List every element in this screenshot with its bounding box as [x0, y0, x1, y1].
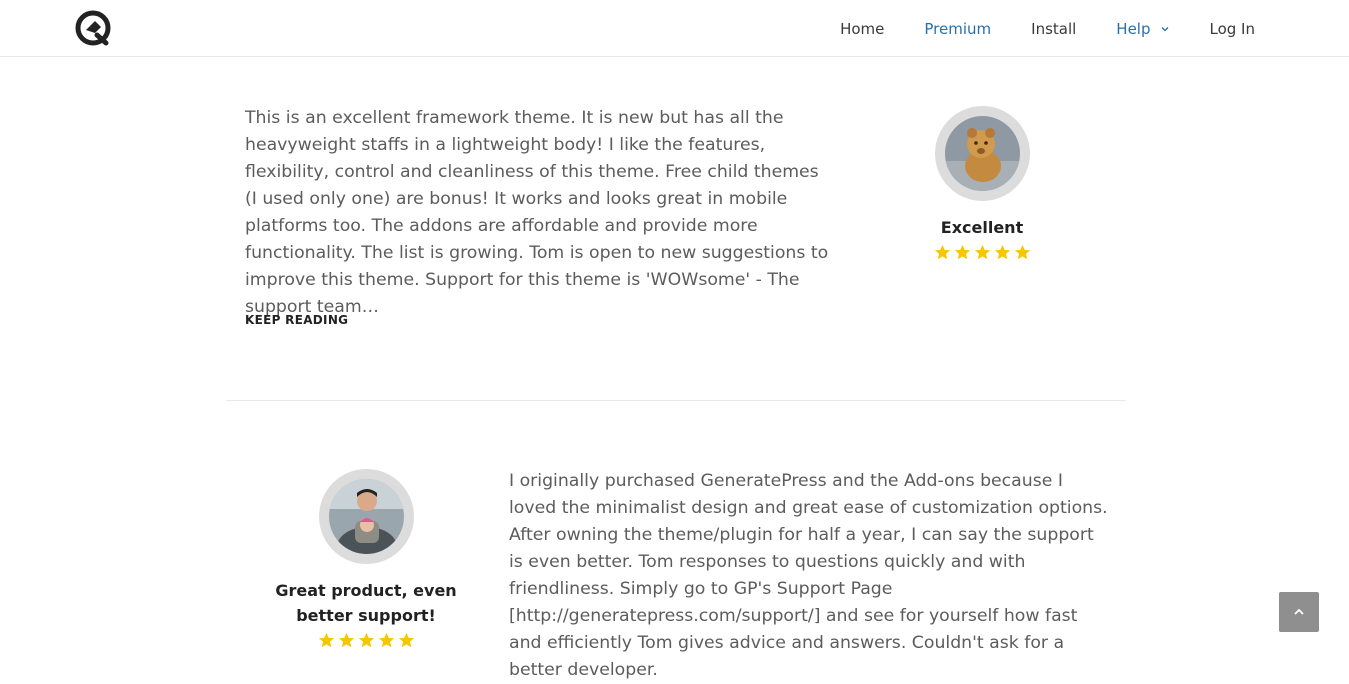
generatepress-logo-icon[interactable] [73, 9, 113, 49]
review-2-stars [318, 632, 415, 649]
chevron-up-icon [1294, 608, 1304, 615]
review-1-title: Excellent [940, 218, 1024, 237]
review-2-avatar [319, 469, 414, 564]
nav-log-in-label: Log In [1209, 19, 1256, 38]
keep-reading-link[interactable]: KEEP READING [245, 313, 348, 327]
nav-premium-label: Premium [924, 19, 992, 38]
site-header: Home Premium Install Help Log In [0, 0, 1349, 57]
review-1-avatar [935, 106, 1030, 201]
star-icon [934, 244, 951, 260]
review-2-text: I originally purchased GeneratePress and… [509, 471, 1108, 680]
review-1-text: This is an excellent framework theme. It… [245, 108, 829, 317]
star-icon [974, 244, 991, 260]
nav-help-label: Help [1116, 19, 1151, 38]
star-icon [378, 632, 395, 648]
nav-home-label: Home [840, 19, 885, 38]
nav-premium[interactable]: Premium [924, 20, 991, 38]
nav-install[interactable]: Install [1031, 20, 1076, 38]
nav-log-in[interactable]: Log In [1210, 20, 1256, 38]
chevron-down-icon [1161, 26, 1168, 31]
review-1-stars [934, 244, 1031, 261]
nav-install-label: Install [1031, 19, 1077, 38]
lion-cub-avatar [945, 116, 1020, 191]
main-nav: Home Premium Install Help Log In [800, 0, 1255, 57]
back-to-top-button[interactable] [1279, 592, 1319, 632]
star-icon [338, 632, 355, 648]
man-with-baby-avatar [329, 479, 404, 554]
star-icon [398, 632, 415, 648]
review-2-title: Great product, even better support! [275, 581, 457, 625]
review-divider [226, 400, 1126, 401]
star-icon [954, 244, 971, 260]
star-icon [318, 632, 335, 648]
star-icon [358, 632, 375, 648]
star-icon [1014, 244, 1031, 260]
star-icon [994, 244, 1011, 260]
nav-help[interactable]: Help [1116, 20, 1169, 38]
nav-home[interactable]: Home [840, 20, 884, 38]
